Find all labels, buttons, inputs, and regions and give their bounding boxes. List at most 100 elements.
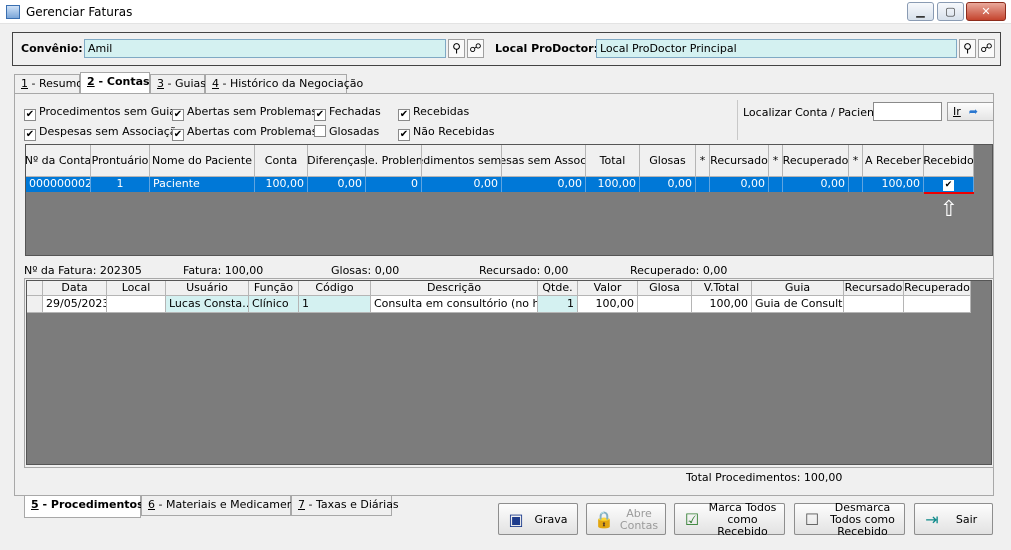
cell-flag[interactable] — [696, 177, 710, 192]
cell-flag[interactable] — [769, 177, 783, 192]
filter-glosadas[interactable]: Glosadas — [314, 125, 379, 138]
search-icon[interactable]: ⚲ — [448, 39, 465, 58]
col-header[interactable]: V.Total — [692, 281, 752, 296]
col-header[interactable]: Função — [249, 281, 299, 296]
sair-button[interactable]: ⇥ Sair — [914, 503, 993, 535]
col-header[interactable]: Despesas sem Associação — [502, 145, 586, 177]
convenio-input[interactable] — [84, 39, 446, 58]
cell-despesas-sem-associacao[interactable]: 0,00 — [502, 177, 586, 192]
col-header[interactable]: Qtde. — [538, 281, 578, 296]
col-header[interactable]: Recursado — [710, 145, 769, 177]
search-icon[interactable]: ⚲ — [959, 39, 976, 58]
col-header[interactable]: Guia — [752, 281, 844, 296]
cell-usuario[interactable]: Lucas Consta… — [166, 296, 249, 313]
cell-glosas[interactable]: 0,00 — [640, 177, 696, 192]
maximize-button[interactable]: ▢ — [937, 2, 964, 21]
cell-numero-conta[interactable]: 000000002 — [26, 177, 91, 192]
binoculars-icon[interactable]: ☍ — [467, 39, 484, 58]
cell-recebido[interactable]: ✔ — [924, 177, 974, 192]
cell-recuperado[interactable]: 0,00 — [783, 177, 849, 192]
col-header[interactable]: Total — [586, 145, 640, 177]
col-header[interactable]: Nome do Paciente — [150, 145, 255, 177]
cell-qtde-problemas[interactable]: 0 — [366, 177, 422, 192]
cell-funcao[interactable]: Clínico — [249, 296, 299, 313]
col-header[interactable]: Local — [107, 281, 166, 296]
cell-local[interactable] — [107, 296, 166, 313]
close-button[interactable]: ✕ — [966, 2, 1006, 21]
tab-contas[interactable]: 2 - Contas — [80, 72, 150, 94]
col-header[interactable]: Descrição — [371, 281, 538, 296]
cell-recuperado[interactable] — [904, 296, 971, 313]
desmarca-todos-button[interactable]: ☐ Desmarca Todos como Recebido — [794, 502, 905, 538]
cell-vtotal[interactable]: 100,00 — [692, 296, 752, 313]
col-header[interactable]: Código — [299, 281, 371, 296]
cell-nome-paciente[interactable]: Paciente — [150, 177, 255, 192]
filter-nao-recebidas[interactable]: ✔ Não Recebidas — [398, 125, 494, 141]
table-row[interactable]: 000000002 1 Paciente 100,00 0,00 0 0,00 … — [26, 177, 974, 192]
abre-contas-button[interactable]: 🔒 Abre Contas — [586, 503, 666, 535]
checkbox-checked-icon: ✔ — [172, 129, 184, 141]
filter-abertas-sem-problemas[interactable]: ✔ Abertas sem Problemas — [172, 105, 317, 121]
table-row[interactable]: 29/05/2023 Lucas Consta… Clínico 1 Consu… — [27, 296, 971, 313]
cell-flag[interactable] — [849, 177, 863, 192]
col-header[interactable]: Qtde. Problemas — [366, 145, 422, 177]
cell-recursado[interactable]: 0,00 — [710, 177, 769, 192]
marca-todos-button[interactable]: ☑ Marca Todos como Recebido — [674, 502, 785, 538]
tab-taxas-diarias[interactable]: 7 - Taxas e Diárias — [291, 496, 399, 516]
cell-codigo[interactable]: 1 — [299, 296, 371, 313]
col-header[interactable]: Recursado — [844, 281, 904, 296]
tab-materiais-medicamentos[interactable]: 6 - Materiais e Medicamentos — [141, 496, 310, 516]
cell-a-receber[interactable]: 100,00 — [863, 177, 924, 192]
col-header[interactable]: A Receber — [863, 145, 924, 177]
cell-procedimentos-sem-guia[interactable]: 0,00 — [422, 177, 502, 192]
tab-resumo[interactable]: 1 - Resumo — [14, 74, 83, 94]
col-header[interactable]: Nº da Conta — [26, 145, 91, 177]
col-header[interactable]: * — [849, 145, 863, 177]
col-header[interactable]: * — [769, 145, 783, 177]
col-header[interactable]: Recuperado — [904, 281, 971, 296]
fatura-numero: Nº da Fatura: 202305 — [24, 264, 142, 277]
cell-guia[interactable]: Guia de Consultas — [752, 296, 844, 313]
col-header[interactable]: Recebido — [924, 145, 974, 177]
col-header[interactable]: Conta — [255, 145, 308, 177]
cell-qtde[interactable]: 1 — [538, 296, 578, 313]
cell-glosa[interactable] — [638, 296, 692, 313]
cell-diferencas[interactable]: 0,00 — [308, 177, 366, 192]
tab-guias[interactable]: 3 - Guias — [150, 74, 206, 94]
filter-recebidas[interactable]: ✔ Recebidas — [398, 105, 469, 121]
cell-total[interactable]: 100,00 — [586, 177, 640, 192]
filter-abertas-com-problemas[interactable]: ✔ Abertas com Problemas — [172, 125, 318, 141]
grava-button[interactable]: ▣ Grava — [498, 503, 578, 535]
tab-historico-negociacao[interactable]: 4 - Histórico da Negociação — [205, 74, 363, 94]
cell-valor[interactable]: 100,00 — [578, 296, 638, 313]
ir-button[interactable]: Ir ➦ — [947, 102, 994, 121]
col-header[interactable]: Prontuário — [91, 145, 150, 177]
exit-door-icon: ⇥ — [925, 510, 939, 529]
cell-data[interactable]: 29/05/2023 — [43, 296, 107, 313]
localizar-input[interactable] — [873, 102, 942, 121]
arrow-right-icon: ➦ — [968, 105, 978, 118]
filter-procedimentos-sem-guia[interactable]: ✔ Procedimentos sem Guia — [24, 105, 176, 121]
cell-conta[interactable]: 100,00 — [255, 177, 308, 192]
col-header[interactable] — [27, 281, 43, 296]
filter-despesas-sem-associacao[interactable]: ✔ Despesas sem Associação — [24, 125, 183, 141]
col-header[interactable]: Diferenças — [308, 145, 366, 177]
col-header[interactable]: * — [696, 145, 710, 177]
binoculars-icon[interactable]: ☍ — [978, 39, 995, 58]
row-indicator[interactable] — [27, 296, 43, 313]
filter-fechadas[interactable]: ✔ Fechadas — [314, 105, 381, 121]
col-header[interactable]: Data — [43, 281, 107, 296]
cell-prontuario[interactable]: 1 — [91, 177, 150, 192]
cell-descricao[interactable]: Consulta em consultório (no ho… — [371, 296, 538, 313]
tab-procedimentos[interactable]: 5 - Procedimentos — [24, 496, 144, 518]
col-header[interactable]: Glosas — [640, 145, 696, 177]
col-header[interactable]: Glosa — [638, 281, 692, 296]
col-header[interactable]: Usuário — [166, 281, 249, 296]
recebido-checkbox[interactable]: ✔ — [943, 180, 954, 191]
col-header[interactable]: Valor — [578, 281, 638, 296]
cell-recursado[interactable] — [844, 296, 904, 313]
minimize-button[interactable]: ▁ — [907, 2, 934, 21]
local-prodoctor-input[interactable] — [596, 39, 957, 58]
col-header[interactable]: Recuperado — [783, 145, 849, 177]
col-header[interactable]: Procedimentos sem Guia — [422, 145, 502, 177]
